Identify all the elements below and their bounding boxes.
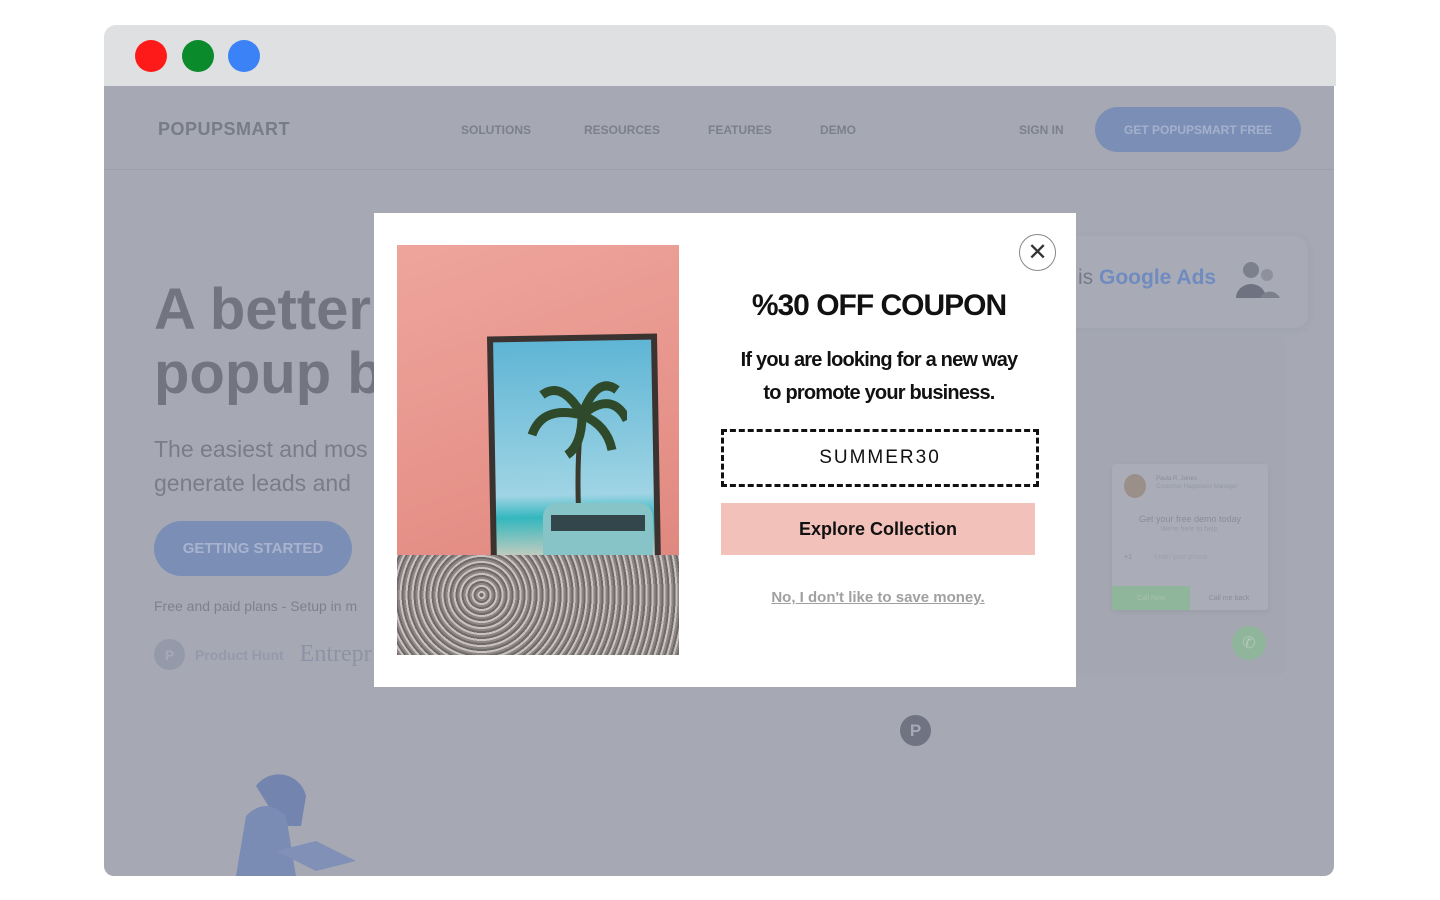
popup-title: %30 OFF COUPON [751, 289, 1007, 322]
desc-line: If you are looking for a new way [740, 349, 1018, 371]
press-logos: P Product Hunt Entrepr [154, 639, 372, 670]
close-icon: ✕ [1027, 239, 1048, 266]
phone-icon: ✆ [1242, 635, 1256, 652]
nav-solutions[interactable]: SOLUTIONS [461, 123, 531, 137]
nav-demo[interactable]: DEMO [820, 123, 856, 137]
coupon-popup: ✕ %30 OFF COUPON If you are looking for … [374, 213, 1076, 687]
popup-image [397, 245, 679, 655]
van [543, 503, 653, 563]
users-icon [1236, 262, 1280, 298]
product-hunt-label: Product Hunt [195, 646, 284, 663]
product-hunt-icon: P [154, 639, 185, 670]
sub-line: generate leads and [154, 470, 351, 496]
coupon-code-box[interactable]: SUMMER30 [721, 429, 1039, 487]
window-maximize-button[interactable] [228, 40, 260, 72]
google-ads-text: is Google Ads [1078, 266, 1216, 290]
hero-line: A better [154, 277, 371, 342]
hero-line: popup b [154, 341, 383, 406]
call-now-button[interactable]: Call Now [1112, 586, 1190, 610]
popupsmart-badge-icon[interactable]: P [900, 715, 931, 746]
popup-description: If you are looking for a new way to promo… [719, 344, 1039, 410]
get-free-button[interactable]: GET POPUPSMART FREE [1095, 107, 1301, 152]
logo[interactable]: POPUPSMART [158, 119, 290, 140]
avatar [1124, 474, 1146, 498]
nav-resources[interactable]: RESOURCES [584, 123, 660, 137]
woman-illustration [236, 774, 356, 876]
window-close-button[interactable] [135, 40, 167, 72]
sub-line: The easiest and mos [154, 436, 368, 462]
hero-title: A better popup b [154, 278, 383, 406]
entrepreneur-logo: Entrepr [299, 641, 372, 667]
gravel [397, 555, 679, 655]
browser-titlebar [104, 25, 1336, 86]
getting-started-button[interactable]: GETTING STARTED [154, 521, 352, 576]
sign-in-link[interactable]: SIGN IN [1019, 123, 1064, 137]
prefix: is [1078, 266, 1094, 289]
close-popup-button[interactable]: ✕ [1019, 234, 1056, 271]
demo-widget: Paula R. Jones Customer Happiness Manage… [1112, 464, 1268, 610]
desc-line: to promote your business. [763, 382, 995, 404]
demo-title: Get your free demo today [1138, 514, 1242, 524]
nav-features[interactable]: FEATURES [708, 123, 772, 137]
hero-subtitle: The easiest and mos generate leads and [154, 432, 368, 500]
navbar: POPUPSMART SOLUTIONS RESOURCES FEATURES … [104, 86, 1334, 170]
highlight: Google Ads [1099, 266, 1217, 289]
plans-text: Free and paid plans - Setup in m [154, 598, 358, 614]
explore-collection-button[interactable]: Explore Collection [721, 503, 1035, 555]
phone-input[interactable]: Enter your phone [1154, 554, 1208, 561]
country-code[interactable]: +1 [1124, 554, 1132, 561]
decline-link[interactable]: No, I don't like to save money. [719, 589, 1037, 606]
phone-call-button[interactable]: ✆ [1232, 626, 1266, 660]
window-minimize-button[interactable] [182, 40, 214, 72]
agent-role: Customer Happiness Manager [1156, 484, 1238, 490]
agent-name: Paula R. Jones [1156, 476, 1197, 482]
call-back-button[interactable]: Call me back [1190, 586, 1268, 610]
demo-subtitle: We're here to help. [1160, 526, 1220, 533]
